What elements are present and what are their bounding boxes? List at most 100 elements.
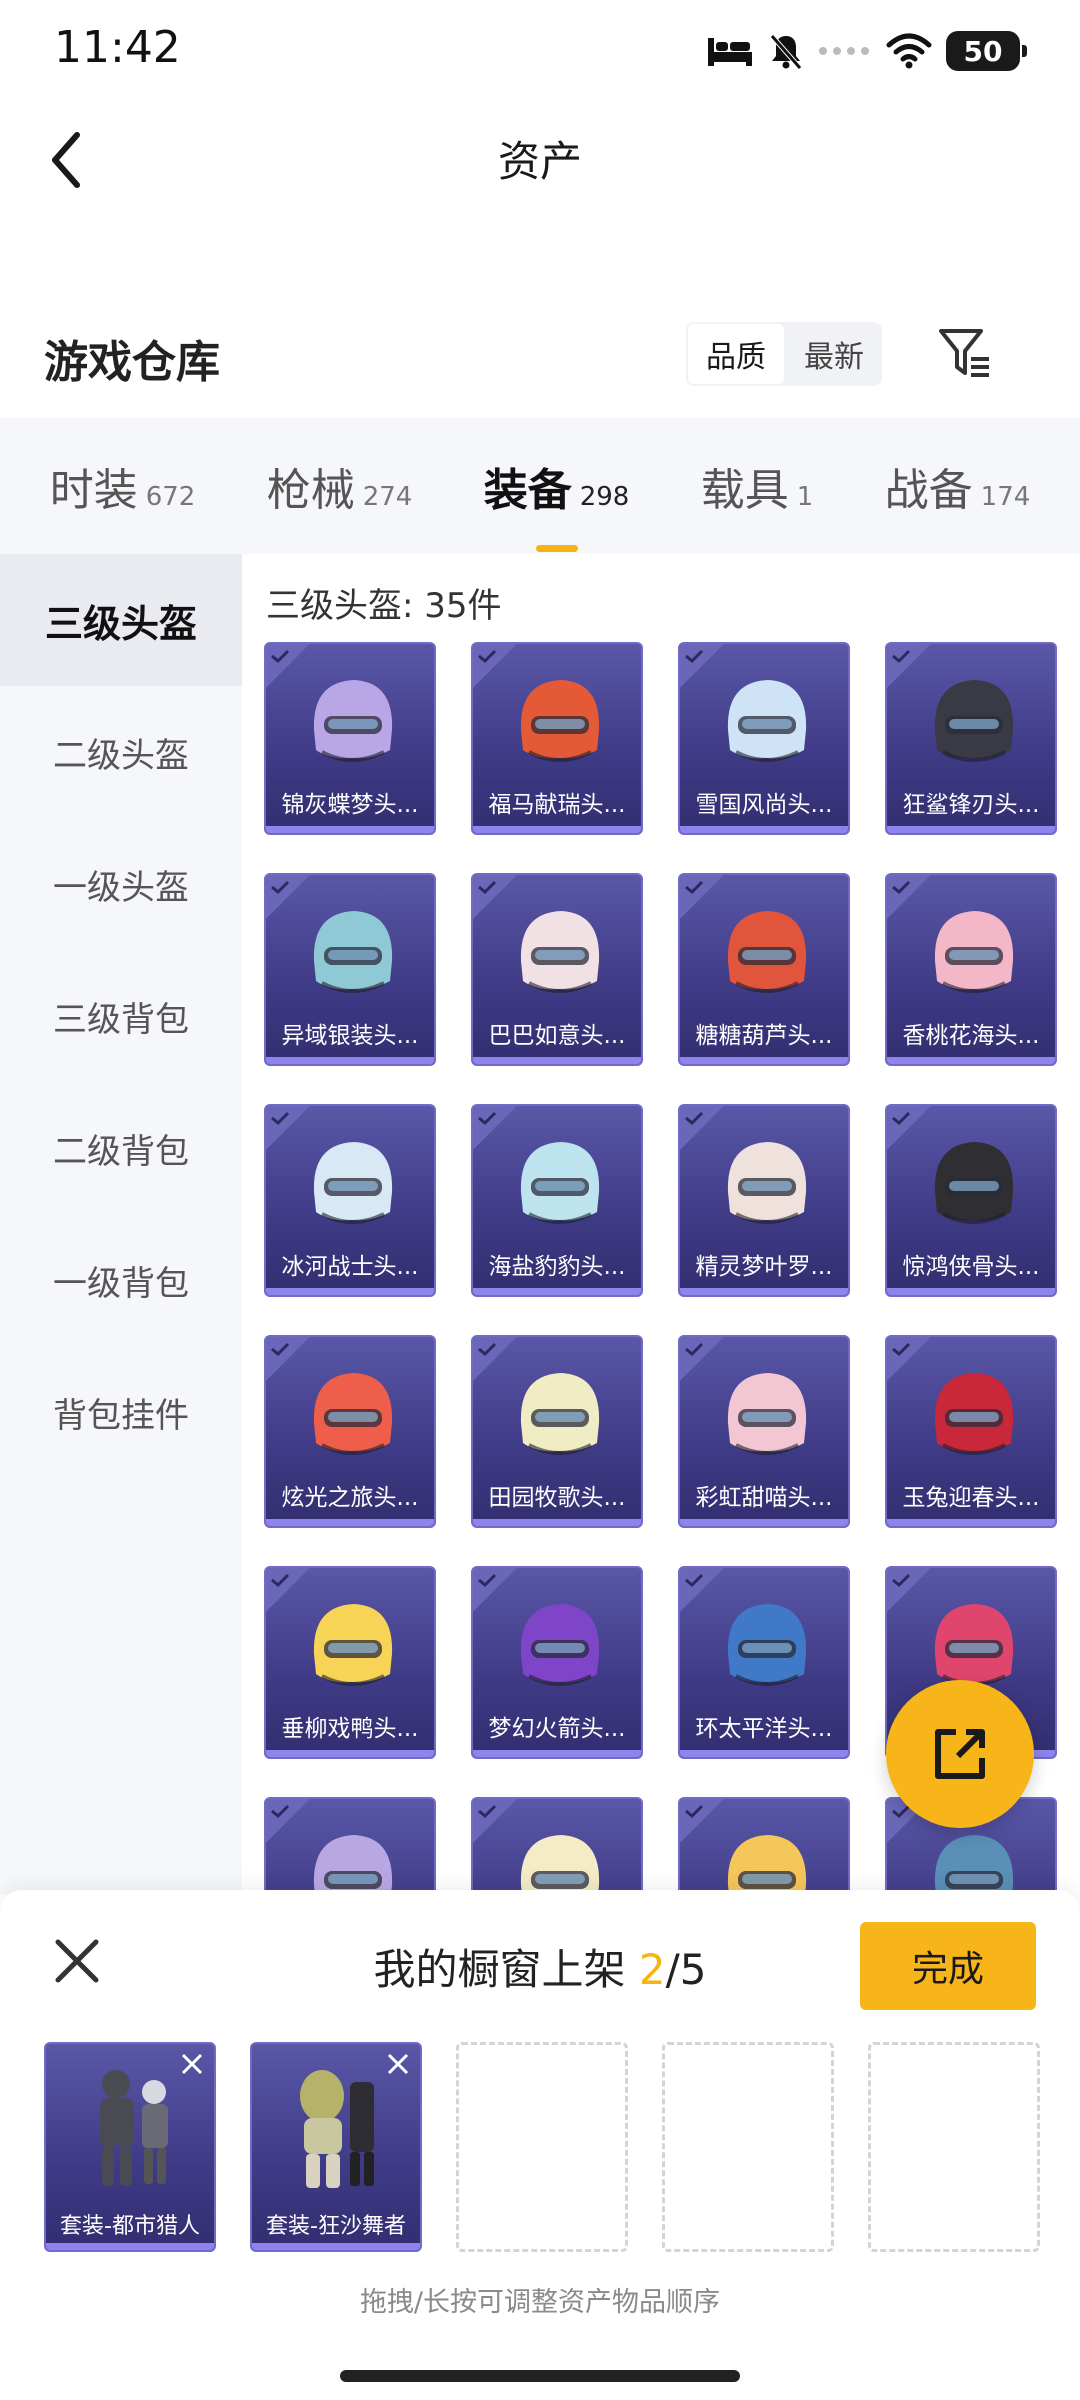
- tab-label: 装备: [483, 465, 572, 516]
- item-card[interactable]: 福马献瑞头...: [471, 642, 643, 835]
- sidebar-item-level3-backpack[interactable]: 三级背包: [0, 950, 242, 1082]
- home-indicator[interactable]: [340, 2370, 740, 2382]
- done-button[interactable]: 完成: [860, 1922, 1036, 2010]
- showcase-current-count: 2: [638, 1945, 666, 1994]
- helmet-image: [934, 911, 1014, 993]
- item-name: 海盐豹豹头...: [488, 1254, 626, 1280]
- check-icon: [685, 1111, 704, 1126]
- sidebar-item-level2-backpack[interactable]: 二级背包: [0, 1082, 242, 1214]
- empty-showcase-slot[interactable]: [868, 2042, 1040, 2252]
- check-icon: [685, 880, 704, 895]
- item-card[interactable]: 海盐豹豹头...: [471, 1104, 643, 1297]
- item-card[interactable]: 环太平洋头...: [678, 1566, 850, 1759]
- item-card[interactable]: [678, 1797, 850, 1894]
- filter-icon: [939, 329, 989, 377]
- item-card[interactable]: 异域银装头...: [264, 873, 436, 1066]
- check-icon: [892, 1342, 911, 1357]
- helmet-image: [520, 1604, 600, 1686]
- showcase-slot[interactable]: 套装-都市猎人: [44, 2042, 216, 2252]
- item-card[interactable]: 锦灰蝶梦头...: [264, 642, 436, 835]
- sidebar-item-level3-helmet[interactable]: 三级头盔: [0, 554, 242, 686]
- check-icon: [271, 1804, 290, 1819]
- item-card[interactable]: 梦幻火箭头...: [471, 1566, 643, 1759]
- showcase-total-count: /5: [665, 1945, 707, 1994]
- rarity-bar: [680, 1288, 848, 1295]
- check-icon: [892, 1111, 911, 1126]
- item-card[interactable]: 惊鸿侠骨头...: [885, 1104, 1057, 1297]
- item-name: 冰河战士头...: [281, 1254, 419, 1280]
- rarity-bar: [680, 1750, 848, 1757]
- empty-showcase-slot[interactable]: [662, 2042, 834, 2252]
- helmet-image: [313, 1604, 393, 1686]
- item-card[interactable]: 冰河战士头...: [264, 1104, 436, 1297]
- tab-guns[interactable]: 枪械 274: [267, 454, 413, 518]
- item-name: 玉兔迎春头...: [902, 1485, 1040, 1511]
- wifi-icon: [886, 33, 932, 69]
- check-icon: [892, 880, 911, 895]
- status-icons: 50: [706, 28, 1027, 74]
- item-card[interactable]: 香桃花海头...: [885, 873, 1057, 1066]
- sort-option-latest[interactable]: 最新: [786, 322, 882, 386]
- helmet-image: [727, 1142, 807, 1224]
- item-name: 巴巴如意头...: [488, 1023, 626, 1049]
- check-icon: [685, 1342, 704, 1357]
- showcase-panel: 我的橱窗上架 2/5 完成 套装-都市猎人 套装-狂沙舞者 拖拽/长按可调整资产…: [0, 1890, 1080, 2400]
- tab-fashion[interactable]: 时装 672: [50, 454, 196, 518]
- item-count-label: 三级头盔: 35件: [266, 586, 502, 626]
- item-card[interactable]: 雪国风尚头...: [678, 642, 850, 835]
- item-card[interactable]: 炫光之旅头...: [264, 1335, 436, 1528]
- check-icon: [478, 880, 497, 895]
- rarity-bar: [680, 1519, 848, 1526]
- helmet-image: [313, 1835, 393, 1894]
- check-icon: [892, 1573, 911, 1588]
- rarity-bar: [473, 826, 641, 833]
- empty-showcase-slot[interactable]: [456, 2042, 628, 2252]
- tab-supplies[interactable]: 战备 174: [885, 454, 1031, 518]
- item-name: 彩虹甜喵头...: [695, 1485, 833, 1511]
- item-name: 雪国风尚头...: [695, 792, 833, 818]
- rarity-bar: [887, 826, 1055, 833]
- helmet-image: [934, 1373, 1014, 1455]
- item-name: 炫光之旅头...: [281, 1485, 419, 1511]
- share-icon: [935, 1729, 985, 1779]
- rarity-bar: [266, 1288, 434, 1295]
- tab-count: 672: [145, 482, 196, 512]
- check-icon: [271, 649, 290, 664]
- slot-name: 套装-狂沙舞者: [266, 2214, 406, 2239]
- slot-name: 套装-都市猎人: [60, 2214, 200, 2239]
- sidebar-item-level2-helmet[interactable]: 二级头盔: [0, 686, 242, 818]
- helmet-image: [727, 1604, 807, 1686]
- item-card[interactable]: [471, 1797, 643, 1894]
- item-card[interactable]: 彩虹甜喵头...: [678, 1335, 850, 1528]
- item-card[interactable]: 巴巴如意头...: [471, 873, 643, 1066]
- item-card[interactable]: 糖糖葫芦头...: [678, 873, 850, 1066]
- rarity-bar: [266, 1750, 434, 1757]
- item-card[interactable]: 玉兔迎春头...: [885, 1335, 1057, 1528]
- sidebar-item-backpack-charm[interactable]: 背包挂件: [0, 1346, 242, 1478]
- signal-dots-icon: [819, 47, 869, 55]
- sort-option-quality[interactable]: 品质: [686, 322, 786, 386]
- category-tabs: 时装 672 枪械 274 装备 298 载具 1 战备 174: [0, 418, 1080, 554]
- item-name: 环太平洋头...: [695, 1716, 833, 1742]
- tab-vehicles[interactable]: 载具 1: [701, 454, 814, 518]
- item-name: 梦幻火箭头...: [488, 1716, 626, 1742]
- share-button[interactable]: [886, 1680, 1034, 1828]
- showcase-slot[interactable]: 套装-狂沙舞者: [250, 2042, 422, 2252]
- rarity-bar: [473, 1519, 641, 1526]
- item-card[interactable]: [264, 1797, 436, 1894]
- check-icon: [685, 1804, 704, 1819]
- item-card[interactable]: 狂鲨锋刃头...: [885, 642, 1057, 835]
- helmet-image: [520, 1142, 600, 1224]
- helmet-image: [727, 911, 807, 993]
- tab-equipment[interactable]: 装备 298: [483, 454, 629, 552]
- item-card[interactable]: 精灵梦叶罗...: [678, 1104, 850, 1297]
- item-card[interactable]: 垂柳戏鸭头...: [264, 1566, 436, 1759]
- filter-button[interactable]: [934, 322, 996, 384]
- sidebar-item-level1-backpack[interactable]: 一级背包: [0, 1214, 242, 1346]
- rarity-bar: [266, 1519, 434, 1526]
- item-name: 香桃花海头...: [902, 1023, 1040, 1049]
- item-card[interactable]: 田园牧歌头...: [471, 1335, 643, 1528]
- item-name: 精灵梦叶罗...: [695, 1254, 833, 1280]
- status-bar: 11:42 50: [0, 0, 1080, 100]
- sidebar-item-level1-helmet[interactable]: 一级头盔: [0, 818, 242, 950]
